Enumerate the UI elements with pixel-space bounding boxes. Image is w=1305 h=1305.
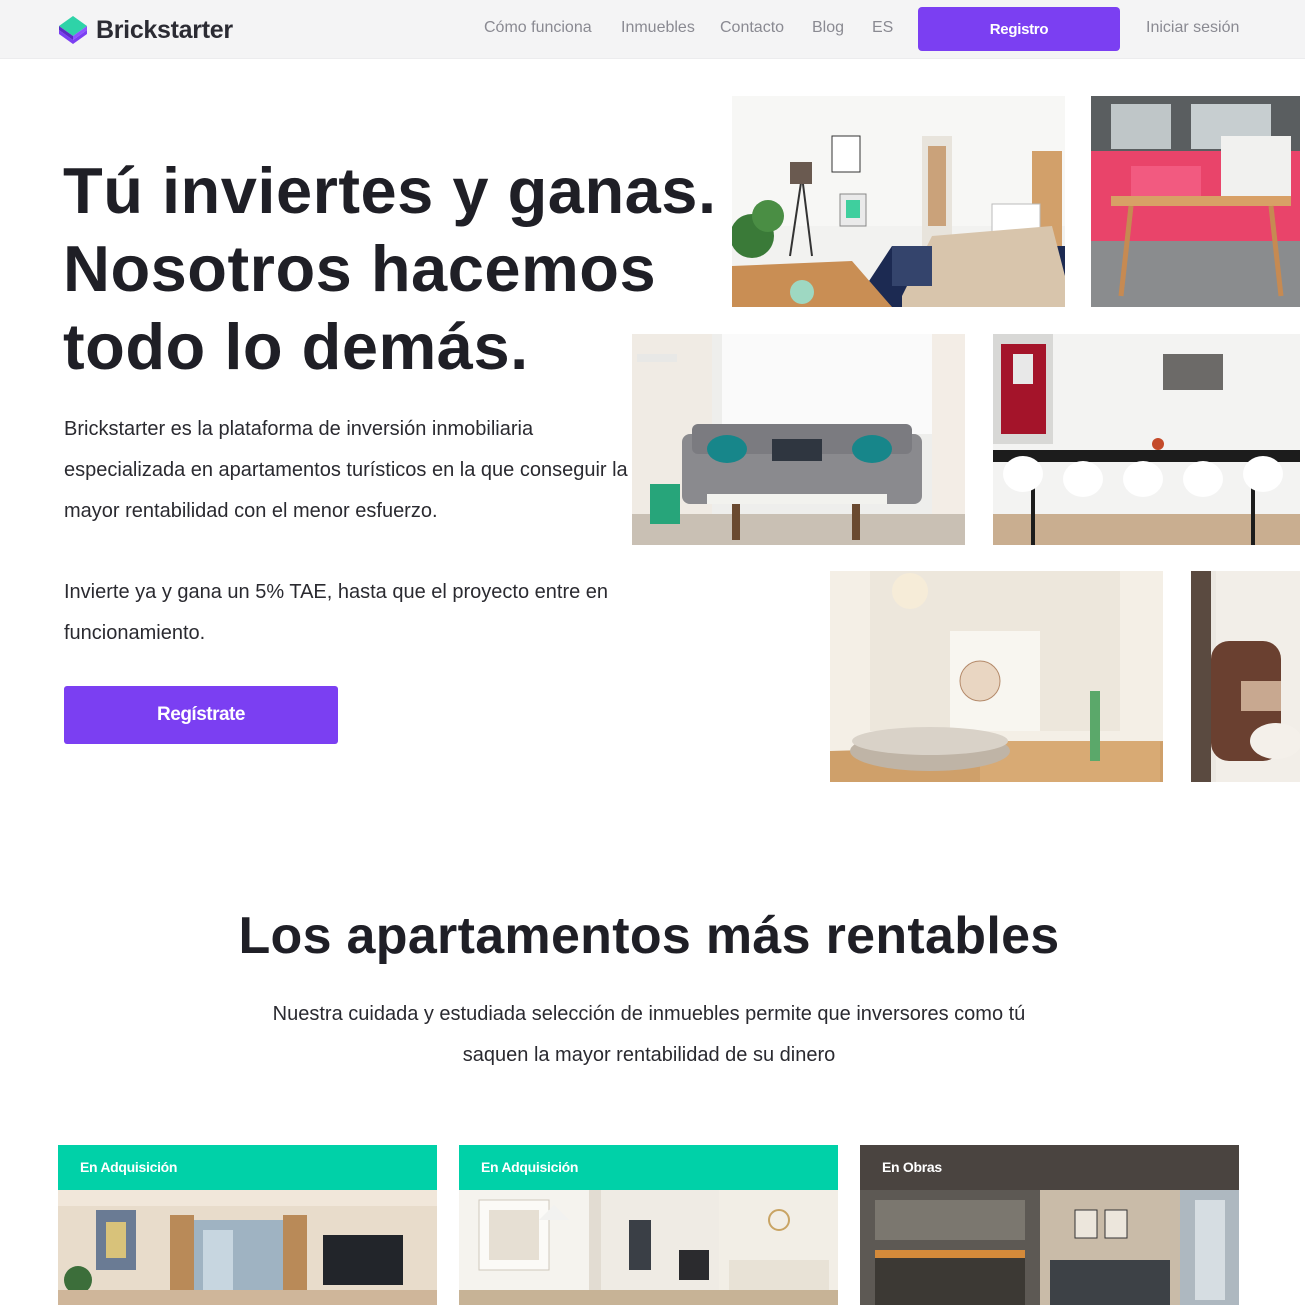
hero-title-line: Nosotros hacemos xyxy=(63,232,657,305)
nav-link-blog[interactable]: Blog xyxy=(812,19,844,37)
property-card[interactable]: En Obras xyxy=(860,1145,1239,1305)
top-navigation-bar: Brickstarter Cómo funciona Inmuebles Con… xyxy=(0,0,1305,59)
signup-cta-button[interactable]: Regístrate xyxy=(64,686,338,744)
nav-link-properties[interactable]: Inmuebles xyxy=(621,19,695,37)
section-title: Los apartamentos más rentables xyxy=(238,907,1060,965)
apartment-photo-pink-sofa xyxy=(1091,96,1300,307)
brickstarter-logo-icon xyxy=(59,16,87,44)
brand-name: Brickstarter xyxy=(96,15,233,44)
property-photo xyxy=(459,1190,838,1305)
nav-link-contact[interactable]: Contacto xyxy=(720,19,784,37)
hero-title-line: todo lo demás. xyxy=(63,310,529,383)
section-subtitle: Nuestra cuidada y estudiada selección de… xyxy=(272,1003,1026,1066)
register-button[interactable]: Registro xyxy=(918,7,1120,51)
language-selector[interactable]: ES xyxy=(872,19,893,37)
card-status-badge: En Adquisición xyxy=(481,1159,579,1175)
apartment-photo-bedroom xyxy=(732,96,1065,307)
hero-description: Brickstarter es la plataforma de inversi… xyxy=(64,418,628,522)
hero-offer-text: Invierte ya y gana un 5% TAE, hasta que … xyxy=(64,581,609,644)
apartment-photo-dining xyxy=(993,334,1300,545)
apartment-photo-armchair xyxy=(1191,571,1300,782)
property-card[interactable]: En Adquisición xyxy=(459,1145,838,1305)
login-link[interactable]: Iniciar sesión xyxy=(1146,19,1239,37)
nav-link-how-it-works[interactable]: Cómo funciona xyxy=(484,19,592,37)
card-status-badge: En Adquisición xyxy=(80,1159,178,1175)
property-photo xyxy=(58,1190,437,1305)
property-card[interactable]: En Adquisición xyxy=(58,1145,437,1305)
brand-logo[interactable]: Brickstarter xyxy=(57,13,233,47)
hero-title: Tú inviertes y ganas. Nosotros hacemos t… xyxy=(63,152,723,386)
property-photo xyxy=(860,1190,1239,1305)
apartment-photo-grey-sofa xyxy=(632,334,965,545)
card-status-badge: En Obras xyxy=(882,1159,942,1175)
hero-title-line: Tú inviertes y ganas. xyxy=(63,154,717,227)
apartment-photo-white-room xyxy=(830,571,1163,782)
